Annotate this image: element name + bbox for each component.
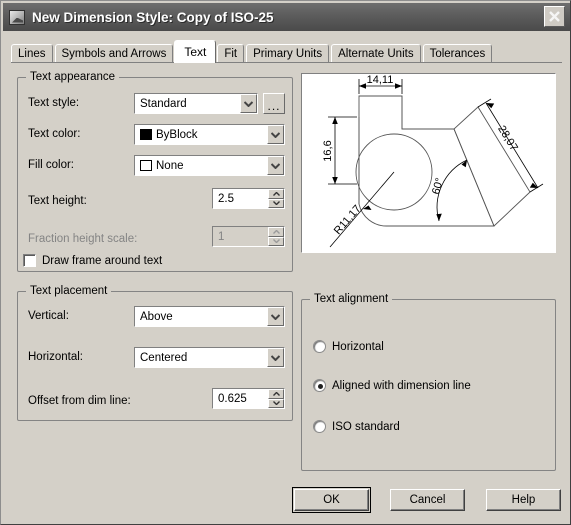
offset-from-dim-line-stepper[interactable]: 0.625 [212,388,285,409]
fraction-height-scale-value: 1 [218,230,225,243]
tab-lines[interactable]: Lines [11,44,53,63]
offset-from-dim-line-label-row: Offset from dim line: [28,395,131,407]
radio-horizontal-label: Horizontal [332,340,384,353]
chevron-down-icon[interactable] [267,125,284,144]
text-height-value: 2.5 [218,192,234,205]
preview-dim-radius: R11,17 [332,203,364,237]
spin-up-icon[interactable] [268,389,284,399]
horizontal-label-row: Horizontal: [28,351,83,363]
text-color-label: Text color: [28,128,81,140]
preview-drawing: 14,11 16,6 R11,17 60° 28,07 [322,74,544,248]
preview-dim-diagonal: 28,07 [495,124,520,154]
fill-color-combo[interactable]: None [134,155,285,176]
text-style-label-row: Text style: [28,97,79,109]
fill-color-swatch [140,160,152,171]
offset-from-dim-line-label: Offset from dim line: [28,395,131,407]
radio-horizontal[interactable]: Horizontal [313,340,384,353]
spin-down-icon[interactable] [268,198,284,208]
radio-aligned-with-dimension-line[interactable]: Aligned with dimension line [313,379,471,392]
horizontal-combo[interactable]: Centered [134,347,285,368]
text-style-label: Text style: [28,97,80,109]
preview-dim-height: 16,6 [322,140,334,161]
tab-strip: Lines Symbols and Arrows Text Fit Primar… [11,40,562,63]
checkbox-icon[interactable] [23,254,36,267]
tab-tolerances[interactable]: Tolerances [422,44,493,63]
vertical-label: Vertical: [28,310,69,322]
text-height-label: Text height: [28,195,87,207]
radio-iso-standard-label: ISO standard [332,420,400,433]
radio-icon[interactable] [313,420,326,433]
fill-color-label: Fill color: [28,159,75,171]
text-appearance-legend: Text appearance [26,71,120,83]
text-style-combo[interactable]: Standard [134,93,258,114]
chevron-down-icon[interactable] [267,156,284,175]
cancel-button[interactable]: Cancel [390,489,465,511]
text-height-stepper[interactable]: 2.5 [212,188,285,209]
tab-primary-units[interactable]: Primary Units [246,44,330,63]
chevron-down-icon[interactable] [267,307,284,326]
horizontal-value: Centered [140,351,188,364]
tab-fit[interactable]: Fit [217,44,245,63]
text-color-label-row: Text color: [28,128,80,140]
radio-icon[interactable] [313,340,326,353]
text-height-label-row: Text height: [28,195,87,207]
help-button[interactable]: Help [486,489,561,511]
close-button[interactable] [544,6,565,27]
tab-symbols-and-arrows[interactable]: Symbols and Arrows [54,44,174,63]
title-bar: New Dimension Style: Copy of ISO-25 [3,3,570,31]
close-icon [549,11,560,22]
spin-down-icon[interactable] [268,398,284,408]
radio-iso-standard[interactable]: ISO standard [313,420,400,433]
spin-up-icon[interactable] [268,189,284,199]
spin-down-icon [268,236,284,246]
chevron-down-icon[interactable] [267,348,284,367]
spin-up-icon [268,227,284,237]
text-color-swatch [140,129,152,140]
text-placement-legend: Text placement [26,285,112,297]
tab-underline [11,62,562,63]
offset-spin-buttons[interactable] [268,389,284,408]
chevron-down-icon[interactable] [240,94,257,113]
fraction-height-scale-spin-buttons [268,227,284,246]
fraction-height-scale-label-row: Fraction height scale: [28,233,137,245]
text-height-spin-buttons[interactable] [268,189,284,208]
vertical-value: Above [140,310,173,323]
draw-frame-around-text-label: Draw frame around text [42,254,163,267]
dimension-style-icon [9,9,25,25]
fraction-height-scale-label: Fraction height scale: [28,233,138,245]
tab-text[interactable]: Text [174,40,217,63]
text-style-value: Standard [140,97,187,110]
vertical-label-row: Vertical: [28,310,69,322]
preview-dim-width: 14,11 [367,74,394,86]
preview-dim-angle: 60° [430,177,446,196]
radio-aligned-with-dimension-line-label: Aligned with dimension line [332,379,471,392]
ok-button[interactable]: OK [292,487,371,513]
tab-alternate-units[interactable]: Alternate Units [331,44,421,63]
text-style-browse-button[interactable]: ... [263,93,285,114]
draw-frame-around-text-checkbox[interactable]: Draw frame around text [23,254,162,267]
text-color-combo[interactable]: ByBlock [134,124,285,145]
vertical-combo[interactable]: Above [134,306,285,327]
text-alignment-legend: Text alignment [310,293,393,305]
window-title: New Dimension Style: Copy of ISO-25 [32,9,274,25]
horizontal-label: Horizontal: [28,351,83,363]
new-dimension-style-dialog: New Dimension Style: Copy of ISO-25 Line… [0,0,571,525]
radio-icon[interactable] [313,379,326,392]
fill-color-label-row: Fill color: [28,159,74,171]
offset-from-dim-line-value: 0.625 [218,392,247,405]
dimension-style-preview: 14,11 16,6 R11,17 60° 28,07 [301,73,556,253]
fill-color-value: None [156,159,184,172]
fraction-height-scale-stepper: 1 [212,226,285,247]
text-color-value: ByBlock [156,128,198,141]
